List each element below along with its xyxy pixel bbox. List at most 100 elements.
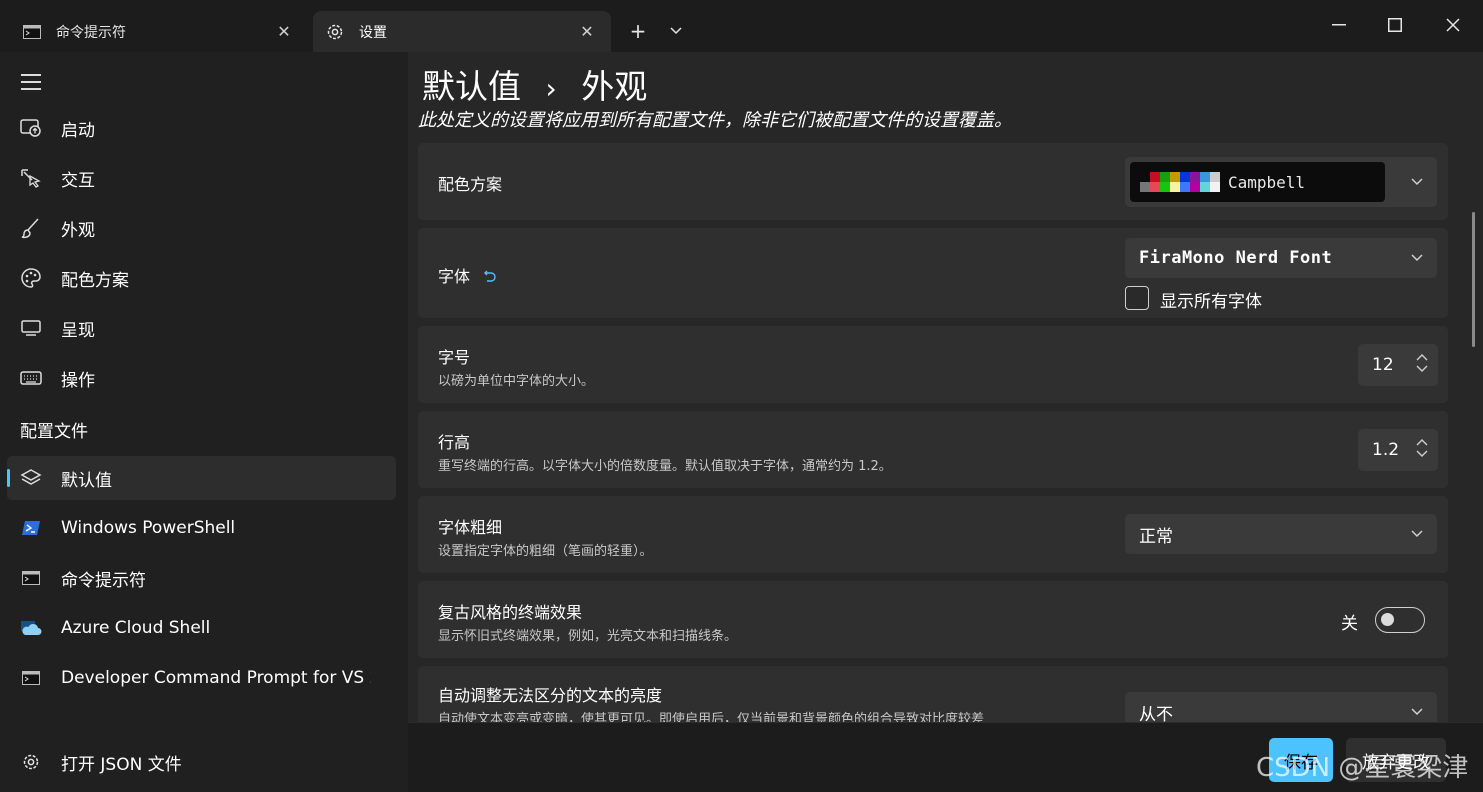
color-swatch bbox=[1200, 182, 1210, 192]
sidebar-item-interaction[interactable]: 交互 bbox=[7, 156, 396, 200]
setting-adjust-indistinguishable-colors: 自动调整无法区分的文本的亮度 自动使文本变亮或变暗，使其更可见。即使启用后，仅当… bbox=[418, 666, 1448, 722]
color-swatch bbox=[1140, 172, 1150, 182]
sidebar: 启动 交互 外观 配色方案 呈现 操作 配置文件 默认值 Windows Pow… bbox=[0, 52, 408, 792]
color-scheme-value: Campbell bbox=[1228, 172, 1306, 192]
setting-color-scheme: 配色方案 Campbell bbox=[418, 143, 1448, 220]
reset-icon[interactable] bbox=[483, 268, 497, 287]
close-icon[interactable]: ✕ bbox=[272, 20, 296, 44]
title-bar: 命令提示符 ✕ 设置 ✕ + bbox=[0, 0, 1483, 52]
adjust-brightness-value: 从不 bbox=[1139, 704, 1173, 723]
font-face-dropdown[interactable]: FiraMono Nerd Font bbox=[1125, 238, 1437, 278]
main-content: 默认值 › 外观 此处定义的设置将应用到所有配置文件，除非它们被配置文件的设置覆… bbox=[408, 52, 1483, 722]
sidebar-item-actions[interactable]: 操作 bbox=[7, 356, 396, 400]
color-swatch bbox=[1180, 182, 1190, 192]
setting-title: 复古风格的终端效果 bbox=[438, 603, 583, 622]
sidebar-item-startup[interactable]: 启动 bbox=[7, 106, 396, 150]
close-window-button[interactable] bbox=[1425, 0, 1481, 50]
terminal-icon bbox=[20, 567, 42, 589]
color-swatches bbox=[1140, 172, 1220, 192]
watermark: CSDN @星寰梁津 bbox=[1256, 753, 1469, 783]
setting-description: 自动使文本变亮或变暗，使其更可见。即使启用后，仅当前景和背景颜色的组合导致对比度… bbox=[438, 712, 985, 722]
setting-description: 设置指定字体的粗细（笔画的轻重）。 bbox=[438, 544, 653, 559]
setting-title: 字体粗细 bbox=[438, 518, 503, 537]
azure-icon bbox=[20, 617, 42, 639]
maximize-button[interactable] bbox=[1367, 0, 1423, 50]
color-swatch bbox=[1160, 172, 1170, 182]
color-swatch bbox=[1150, 172, 1160, 182]
chevron-down-icon bbox=[1411, 526, 1423, 542]
setting-title: 行高 bbox=[438, 433, 471, 452]
setting-retro-effects: 复古风格的终端效果 显示怀旧式终端效果，例如，光亮文本和扫描线条。 关 bbox=[418, 581, 1448, 658]
show-all-fonts-checkbox[interactable] bbox=[1125, 286, 1149, 310]
color-swatch bbox=[1190, 172, 1200, 182]
page-subtitle: 此处定义的设置将应用到所有配置文件，除非它们被配置文件的设置覆盖。 bbox=[418, 110, 1012, 131]
color-swatch bbox=[1160, 182, 1170, 192]
profiles-header: 配置文件 bbox=[20, 422, 88, 442]
menu-icon[interactable] bbox=[18, 70, 44, 94]
tab-command-prompt[interactable]: 命令提示符 ✕ bbox=[10, 11, 308, 52]
scrollbar[interactable] bbox=[1472, 212, 1475, 347]
color-swatch bbox=[1210, 172, 1220, 182]
monitor-icon bbox=[20, 317, 42, 339]
powershell-icon bbox=[20, 517, 42, 539]
stepper-arrows-icon[interactable] bbox=[1416, 353, 1428, 373]
sidebar-item-azure[interactable]: Azure Cloud Shell bbox=[7, 606, 396, 650]
page-title: 默认值 › 外观 bbox=[422, 60, 647, 108]
breadcrumb-parent[interactable]: 默认值 bbox=[422, 67, 521, 106]
minimize-button[interactable] bbox=[1311, 0, 1367, 50]
color-swatch bbox=[1150, 182, 1160, 192]
sidebar-item-rendering[interactable]: 呈现 bbox=[7, 306, 396, 350]
keyboard-icon bbox=[20, 367, 42, 389]
sidebar-item-color-schemes[interactable]: 配色方案 bbox=[7, 256, 396, 300]
startup-icon bbox=[20, 117, 42, 139]
font-weight-dropdown[interactable]: 正常 bbox=[1125, 514, 1437, 554]
setting-description: 显示怀旧式终端效果，例如，光亮文本和扫描线条。 bbox=[438, 629, 738, 644]
color-swatch bbox=[1210, 182, 1220, 192]
palette-icon bbox=[20, 267, 42, 289]
setting-title: 字体 bbox=[438, 263, 497, 287]
setting-line-height: 行高 重写终端的行高。以字体大小的倍数度量。默认值取决于字体，通常约为 1.2。… bbox=[418, 411, 1448, 488]
brush-icon bbox=[20, 217, 42, 239]
color-swatch bbox=[1140, 182, 1150, 192]
terminal-icon bbox=[22, 22, 42, 42]
gear-icon bbox=[20, 751, 42, 773]
chevron-down-icon bbox=[1411, 704, 1423, 720]
gear-icon bbox=[325, 22, 345, 42]
breadcrumb-separator: › bbox=[545, 72, 557, 105]
terminal-icon bbox=[20, 667, 42, 689]
sidebar-item-appearance[interactable]: 外观 bbox=[7, 206, 396, 250]
setting-font-size: 字号 以磅为单位中字体的大小。 12 bbox=[418, 326, 1448, 403]
color-swatch bbox=[1190, 182, 1200, 192]
breadcrumb-current: 外观 bbox=[581, 67, 648, 106]
font-size-stepper[interactable]: 12 bbox=[1358, 344, 1438, 386]
line-height-stepper[interactable]: 1.2 bbox=[1358, 429, 1438, 471]
setting-font-weight: 字体粗细 设置指定字体的粗细（笔画的轻重）。 正常 bbox=[418, 496, 1448, 573]
color-swatch bbox=[1200, 172, 1210, 182]
tab-dropdown-button[interactable] bbox=[660, 16, 692, 46]
tab-settings[interactable]: 设置 ✕ bbox=[313, 11, 611, 52]
setting-title: 字号 bbox=[438, 348, 471, 367]
open-json-button[interactable]: 打开 JSON 文件 bbox=[7, 740, 182, 784]
color-swatch bbox=[1170, 172, 1180, 182]
close-icon[interactable]: ✕ bbox=[575, 20, 599, 44]
line-height-value: 1.2 bbox=[1372, 440, 1400, 460]
sidebar-item-powershell[interactable]: Windows PowerShell bbox=[7, 506, 396, 550]
chevron-down-icon bbox=[1411, 174, 1423, 190]
color-scheme-dropdown[interactable]: Campbell bbox=[1125, 157, 1437, 207]
sidebar-item-cmd[interactable]: 命令提示符 bbox=[7, 556, 396, 600]
sidebar-item-defaults[interactable]: 默认值 bbox=[7, 456, 396, 500]
color-scheme-preview: Campbell bbox=[1130, 162, 1385, 202]
stepper-arrows-icon[interactable] bbox=[1416, 438, 1428, 458]
adjust-brightness-dropdown[interactable]: 从不 bbox=[1125, 692, 1437, 722]
new-tab-button[interactable]: + bbox=[622, 16, 654, 46]
setting-title-text: 字体 bbox=[438, 267, 471, 286]
setting-title: 自动调整无法区分的文本的亮度 bbox=[438, 686, 663, 705]
setting-description: 重写终端的行高。以字体大小的倍数度量。默认值取决于字体，通常约为 1.2。 bbox=[438, 459, 892, 474]
retro-effects-toggle[interactable] bbox=[1375, 607, 1425, 633]
sidebar-item-dev-cmd[interactable]: Developer Command Prompt for VS 2022 bbox=[7, 656, 396, 700]
show-all-fonts-label: 显示所有字体 bbox=[1160, 292, 1262, 312]
font-face-value: FiraMono Nerd Font bbox=[1139, 248, 1333, 268]
open-json-label: 打开 JSON 文件 bbox=[61, 754, 182, 775]
layers-icon bbox=[20, 467, 42, 489]
tab-label: 设置 bbox=[359, 24, 387, 41]
